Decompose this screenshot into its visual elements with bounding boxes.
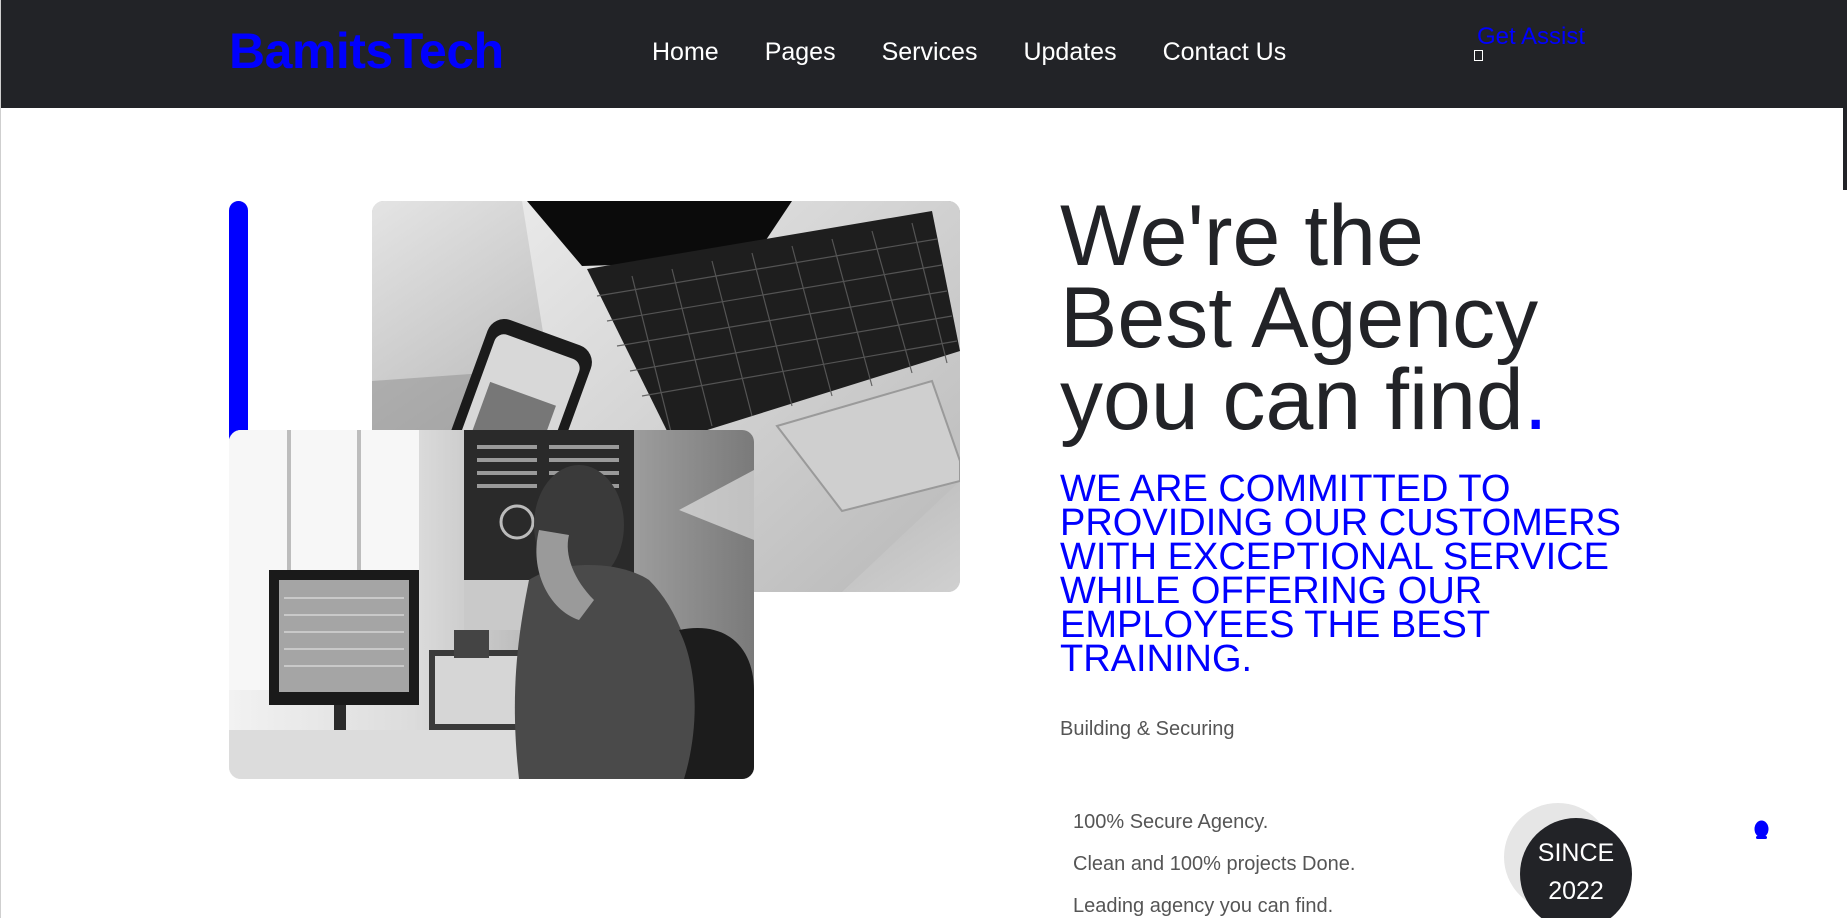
feature-list: 100% Secure Agency. Clean and 100% proje… [1073,810,1355,918]
nav-contact-us[interactable]: Contact Us [1163,36,1287,68]
since-year: 2022 [1548,877,1604,905]
chat-bubble-icon[interactable] [1754,820,1769,840]
tagline: Building & Securing [1060,718,1235,740]
get-assist-button[interactable]: Get Assist [1474,22,1604,66]
main-nav: Home Pages Services Updates Contact Us [652,36,1332,68]
feature-item: 100% Secure Agency. [1073,811,1269,833]
headline-dot: . [1523,352,1548,448]
feature-item: Leading agency you can find. [1073,895,1334,917]
nav-updates[interactable]: Updates [1023,36,1116,68]
office-photo [229,430,754,779]
nav-services[interactable]: Services [882,36,978,68]
get-assist-label: Get Assist [1477,23,1586,50]
accent-bar [229,201,248,446]
scrollbar[interactable] [1843,0,1847,190]
since-badge: SINCE 2022 [1520,818,1632,918]
nav-home[interactable]: Home [652,36,719,68]
nav-pages[interactable]: Pages [765,36,836,68]
feature-item: Clean and 100% projects Done. [1073,853,1356,875]
hero-headline: We're the Best Agency you can find. [1060,193,1620,443]
headline-line-3: you can find [1060,352,1524,448]
logo[interactable]: BamitsTech [229,22,504,80]
since-label: SINCE [1537,839,1615,867]
mission-statement: WE ARE COMMITTED TO PROVIDING OUR CUSTOM… [1060,468,1621,680]
site-header: BamitsTech Home Pages Services Updates C… [1,0,1844,108]
page: BamitsTech Home Pages Services Updates C… [0,0,1847,918]
